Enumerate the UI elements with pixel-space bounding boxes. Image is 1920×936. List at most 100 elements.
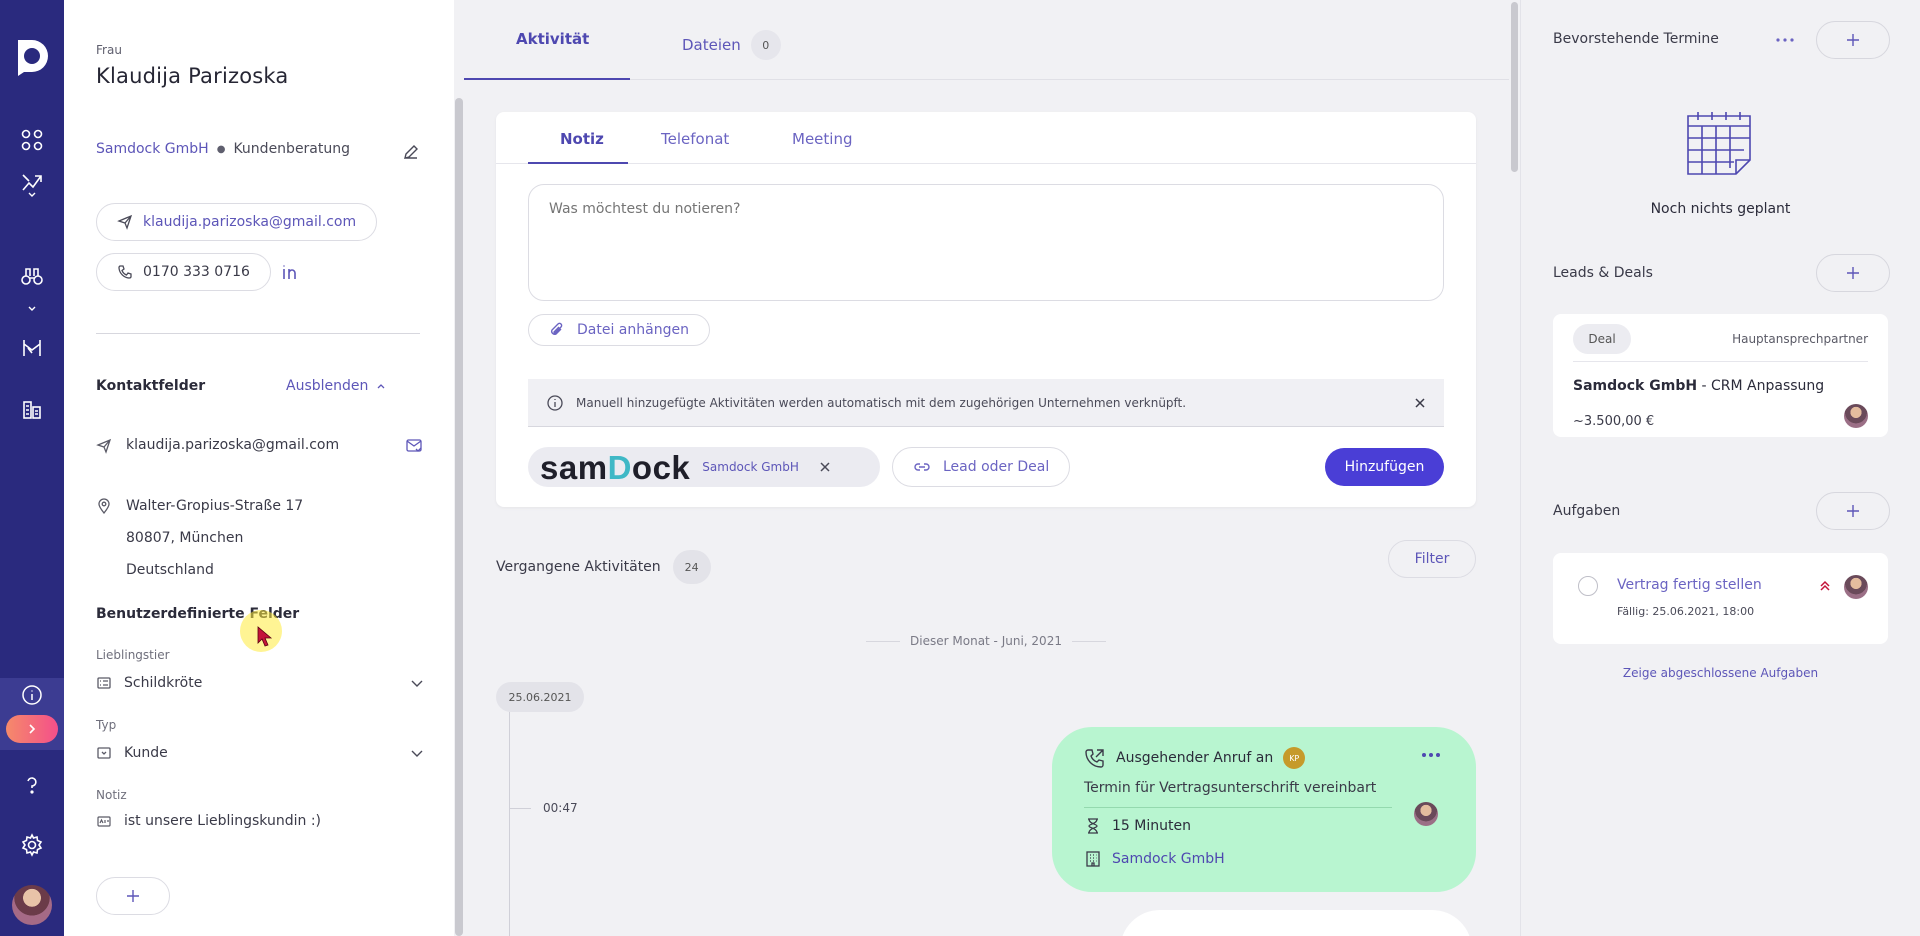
help-icon[interactable] bbox=[0, 767, 64, 803]
org-chart-icon[interactable] bbox=[0, 392, 64, 428]
task-title[interactable]: Vertrag fertig stellen bbox=[1617, 577, 1762, 593]
dashboard-icon[interactable] bbox=[0, 122, 64, 158]
binoculars-icon[interactable] bbox=[0, 258, 64, 294]
date-badge: 25.06.2021 bbox=[496, 682, 584, 712]
chevron-down-icon bbox=[411, 680, 423, 687]
user-avatar[interactable] bbox=[12, 885, 52, 925]
filter-button[interactable]: Filter bbox=[1388, 540, 1476, 578]
appointments-empty: Noch nichts geplant bbox=[1650, 201, 1791, 217]
info-icon[interactable] bbox=[0, 677, 64, 713]
deal-company: Samdock GmbH bbox=[1573, 378, 1698, 394]
type-select[interactable]: Kunde bbox=[96, 740, 424, 766]
info-icon bbox=[547, 394, 563, 411]
contact-salutation: Frau bbox=[96, 43, 122, 57]
composer-tab-note[interactable]: Notiz bbox=[560, 130, 604, 148]
address-line3: Deutschland bbox=[126, 562, 214, 578]
composer-tab-call[interactable]: Telefonat bbox=[661, 130, 729, 148]
separator-dot: ● bbox=[216, 143, 226, 155]
files-count-badge: 0 bbox=[750, 30, 781, 60]
task-checkbox[interactable] bbox=[1578, 576, 1598, 596]
owner-avatar bbox=[1844, 404, 1868, 428]
scrollbar-thumb[interactable] bbox=[1511, 2, 1518, 172]
deal-name: - CRM Anpassung bbox=[1697, 378, 1825, 394]
phone-chip[interactable]: 0170 333 0716 bbox=[96, 253, 271, 291]
note-value: ist unsere Lieblingskundin :) bbox=[124, 813, 322, 829]
add-field-button[interactable] bbox=[96, 877, 170, 915]
call-activity-card[interactable]: Ausgehender Anruf an KP Termin für Vertr… bbox=[1052, 727, 1476, 892]
favorite-animal-select[interactable]: Schildkröte bbox=[96, 670, 424, 696]
more-options-icon[interactable] bbox=[1775, 37, 1795, 43]
composer-tab-meeting[interactable]: Meeting bbox=[792, 130, 852, 148]
mouse-cursor-icon bbox=[257, 626, 273, 647]
contact-fields-title: Kontaktfelder bbox=[96, 378, 206, 394]
list-icon bbox=[97, 677, 111, 689]
app-logo-icon[interactable] bbox=[12, 36, 52, 76]
owner-avatar bbox=[1414, 802, 1438, 826]
activity-scrollbar[interactable] bbox=[1509, 0, 1520, 936]
send-icon bbox=[117, 214, 133, 230]
linked-company-chip[interactable]: samDock Samdock GmbH bbox=[528, 447, 880, 487]
text-field-icon bbox=[97, 816, 111, 827]
add-activity-button[interactable]: Hinzufügen bbox=[1325, 448, 1444, 486]
phone-icon bbox=[118, 265, 132, 279]
scrollbar-thumb[interactable] bbox=[455, 98, 463, 936]
attach-file-label: Datei anhängen bbox=[577, 322, 689, 338]
note-label: Notiz bbox=[96, 788, 127, 802]
logo-part: sam bbox=[540, 448, 608, 486]
deal-card[interactable]: Deal Hauptansprechpartner Samdock GmbH -… bbox=[1553, 314, 1888, 437]
close-icon[interactable] bbox=[1414, 397, 1426, 409]
add-appointment-button[interactable] bbox=[1816, 21, 1890, 59]
high-priority-icon bbox=[1820, 580, 1830, 591]
linked-company-label: Samdock GmbH bbox=[702, 460, 799, 474]
add-deal-button[interactable] bbox=[1816, 254, 1890, 292]
logo-part: D bbox=[607, 448, 632, 486]
divider bbox=[96, 333, 420, 334]
main-tabs bbox=[464, 0, 1509, 80]
task-card: Vertrag fertig stellen Fällig: 25.06.202… bbox=[1553, 553, 1888, 644]
more-options-icon[interactable] bbox=[1420, 751, 1442, 759]
favorite-animal-value: Schildkröte bbox=[124, 675, 203, 691]
deal-tag: Deal bbox=[1573, 324, 1631, 354]
email-chip[interactable]: klaudija.parizoska@gmail.com bbox=[96, 203, 378, 241]
deals-title: Leads & Deals bbox=[1553, 265, 1653, 281]
past-activities-title: Vergangene Aktivitäten bbox=[496, 559, 661, 575]
linkedin-icon[interactable] bbox=[281, 263, 301, 281]
chevron-down-icon[interactable] bbox=[26, 190, 38, 200]
remove-icon[interactable] bbox=[819, 461, 831, 473]
email-value: klaudija.parizoska@gmail.com bbox=[126, 437, 340, 453]
hide-fields-toggle[interactable]: Ausblenden bbox=[286, 378, 386, 394]
chevron-down-icon[interactable] bbox=[26, 304, 38, 314]
expand-button[interactable] bbox=[6, 715, 58, 743]
link-lead-deal-button[interactable]: Lead oder Deal bbox=[892, 447, 1071, 487]
note-field[interactable]: ist unsere Lieblingskundin :) bbox=[96, 813, 321, 829]
add-task-button[interactable] bbox=[1816, 492, 1890, 530]
contact-scrollbar[interactable] bbox=[454, 0, 464, 936]
active-tab-indicator bbox=[464, 78, 630, 80]
hide-fields-label: Ausblenden bbox=[286, 378, 369, 394]
outgoing-call-icon bbox=[1085, 749, 1104, 768]
tab-files[interactable]: Dateien 0 bbox=[682, 30, 781, 60]
deal-role: Hauptansprechpartner bbox=[1732, 332, 1868, 346]
hourglass-icon bbox=[1088, 818, 1098, 834]
envelope-icon[interactable] bbox=[405, 437, 423, 455]
handshake-icon[interactable] bbox=[0, 330, 64, 366]
company-link[interactable]: Samdock GmbH bbox=[96, 141, 209, 157]
phone-chip-label: 0170 333 0716 bbox=[143, 264, 250, 280]
address-line2: 80807, München bbox=[126, 530, 244, 546]
tab-files-label: Dateien bbox=[682, 36, 741, 54]
pencil-icon[interactable] bbox=[401, 142, 421, 162]
deal-title: Samdock GmbH - CRM Anpassung bbox=[1573, 378, 1824, 394]
call-company-link[interactable]: Samdock GmbH bbox=[1084, 850, 1225, 868]
month-separator: Dieser Monat - Juni, 2021 bbox=[866, 634, 1107, 648]
info-notice-text: Manuell hinzugefügte Aktivitäten werden … bbox=[576, 395, 1187, 410]
note-input[interactable] bbox=[528, 184, 1444, 301]
department-label: Kundenberatung bbox=[233, 141, 351, 157]
next-activity-card[interactable] bbox=[1120, 910, 1472, 936]
timeline-line bbox=[509, 712, 510, 936]
send-icon bbox=[96, 438, 112, 454]
tab-activity[interactable]: Aktivität bbox=[516, 30, 589, 48]
show-completed-tasks-link[interactable]: Zeige abgeschlossene Aufgaben bbox=[1553, 666, 1888, 680]
gear-icon[interactable] bbox=[0, 827, 64, 863]
past-activities-count: 24 bbox=[672, 550, 711, 584]
attach-file-button[interactable]: Datei anhängen bbox=[528, 314, 710, 346]
